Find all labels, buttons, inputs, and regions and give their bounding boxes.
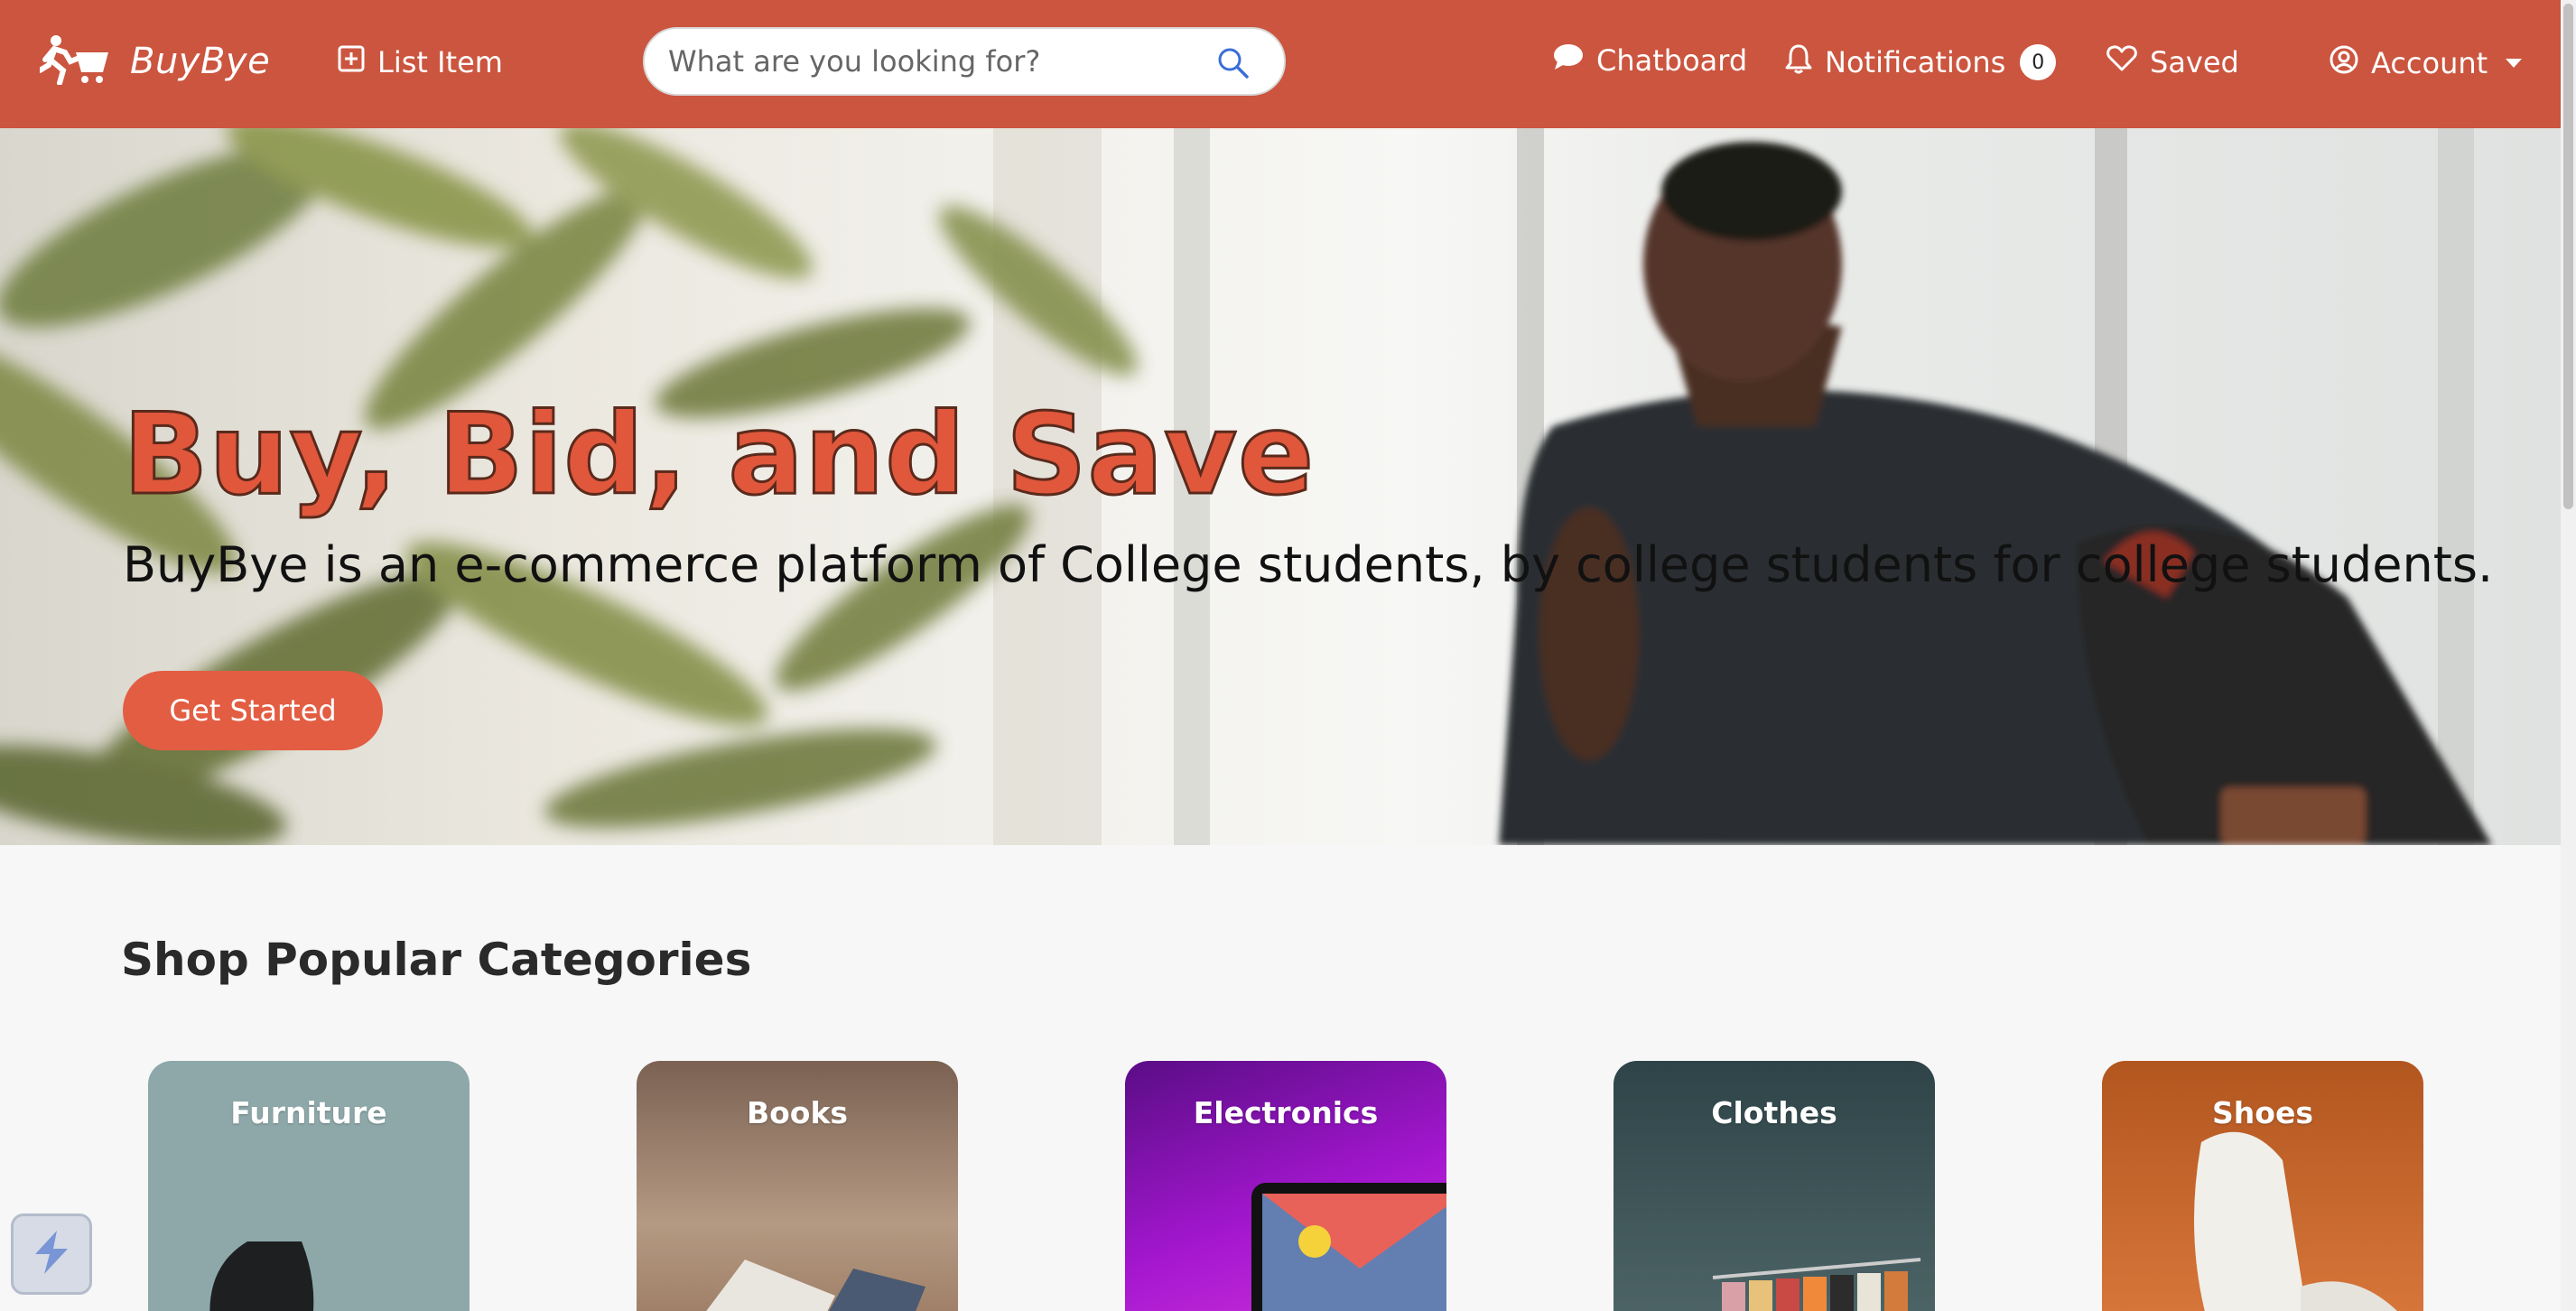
search-bar [643, 27, 1286, 96]
hero-title: Buy, Bid, and Save [121, 389, 1316, 522]
scrollbar-thumb[interactable] [2563, 4, 2573, 509]
category-label: Shoes [2212, 1095, 2313, 1130]
heart-icon [2106, 45, 2137, 79]
plus-square-icon [338, 45, 365, 79]
bell-icon [1785, 43, 1812, 81]
saved-link[interactable]: Saved [2106, 45, 2239, 79]
category-label: Furniture [230, 1095, 387, 1130]
category-card-furniture[interactable]: Furniture [148, 1061, 470, 1311]
category-card-electronics[interactable]: Electronics [1125, 1061, 1446, 1311]
category-label: Electronics [1193, 1095, 1379, 1130]
list-item-link[interactable]: List Item [338, 45, 503, 79]
get-started-button[interactable]: Get Started [123, 671, 383, 750]
notifications-label: Notifications [1825, 45, 2006, 79]
category-label: Clothes [1711, 1095, 1837, 1130]
categories-section-title: Shop Popular Categories [121, 934, 752, 986]
chat-bubble-icon [1553, 43, 1584, 78]
top-navbar: BuyBye List Item Chatboard [0, 0, 2561, 128]
runner-cart-icon [37, 34, 110, 88]
lightning-icon [26, 1227, 77, 1281]
account-dropdown[interactable]: Account [2330, 45, 2523, 81]
list-item-label: List Item [377, 45, 503, 79]
user-circle-icon [2330, 45, 2358, 81]
chatboard-link[interactable]: Chatboard [1553, 43, 1747, 78]
hero-subtitle: BuyBye is an e-commerce platform of Coll… [123, 536, 2494, 593]
search-icon[interactable] [1217, 47, 1250, 83]
saved-label: Saved [2150, 45, 2239, 79]
brand-name: BuyBye [130, 41, 271, 82]
assistant-widget-button[interactable] [11, 1213, 92, 1295]
account-label: Account [2371, 46, 2488, 80]
page-scrollbar[interactable] [2561, 0, 2576, 1311]
chevron-down-icon [2506, 59, 2523, 68]
chatboard-label: Chatboard [1596, 43, 1748, 78]
notifications-count-badge: 0 [2020, 44, 2057, 80]
category-label: Books [746, 1095, 849, 1130]
category-card-shoes[interactable]: Shoes [2102, 1061, 2423, 1311]
search-input[interactable] [668, 44, 1219, 79]
category-card-books[interactable]: Books [637, 1061, 958, 1311]
category-card-clothes[interactable]: Clothes [1613, 1061, 1935, 1311]
notifications-link[interactable]: Notifications 0 [1785, 43, 2057, 81]
hero-banner: Buy, Bid, and Save BuyBye is an e-commer… [0, 128, 2561, 845]
brand-logo[interactable]: BuyBye [37, 34, 271, 88]
